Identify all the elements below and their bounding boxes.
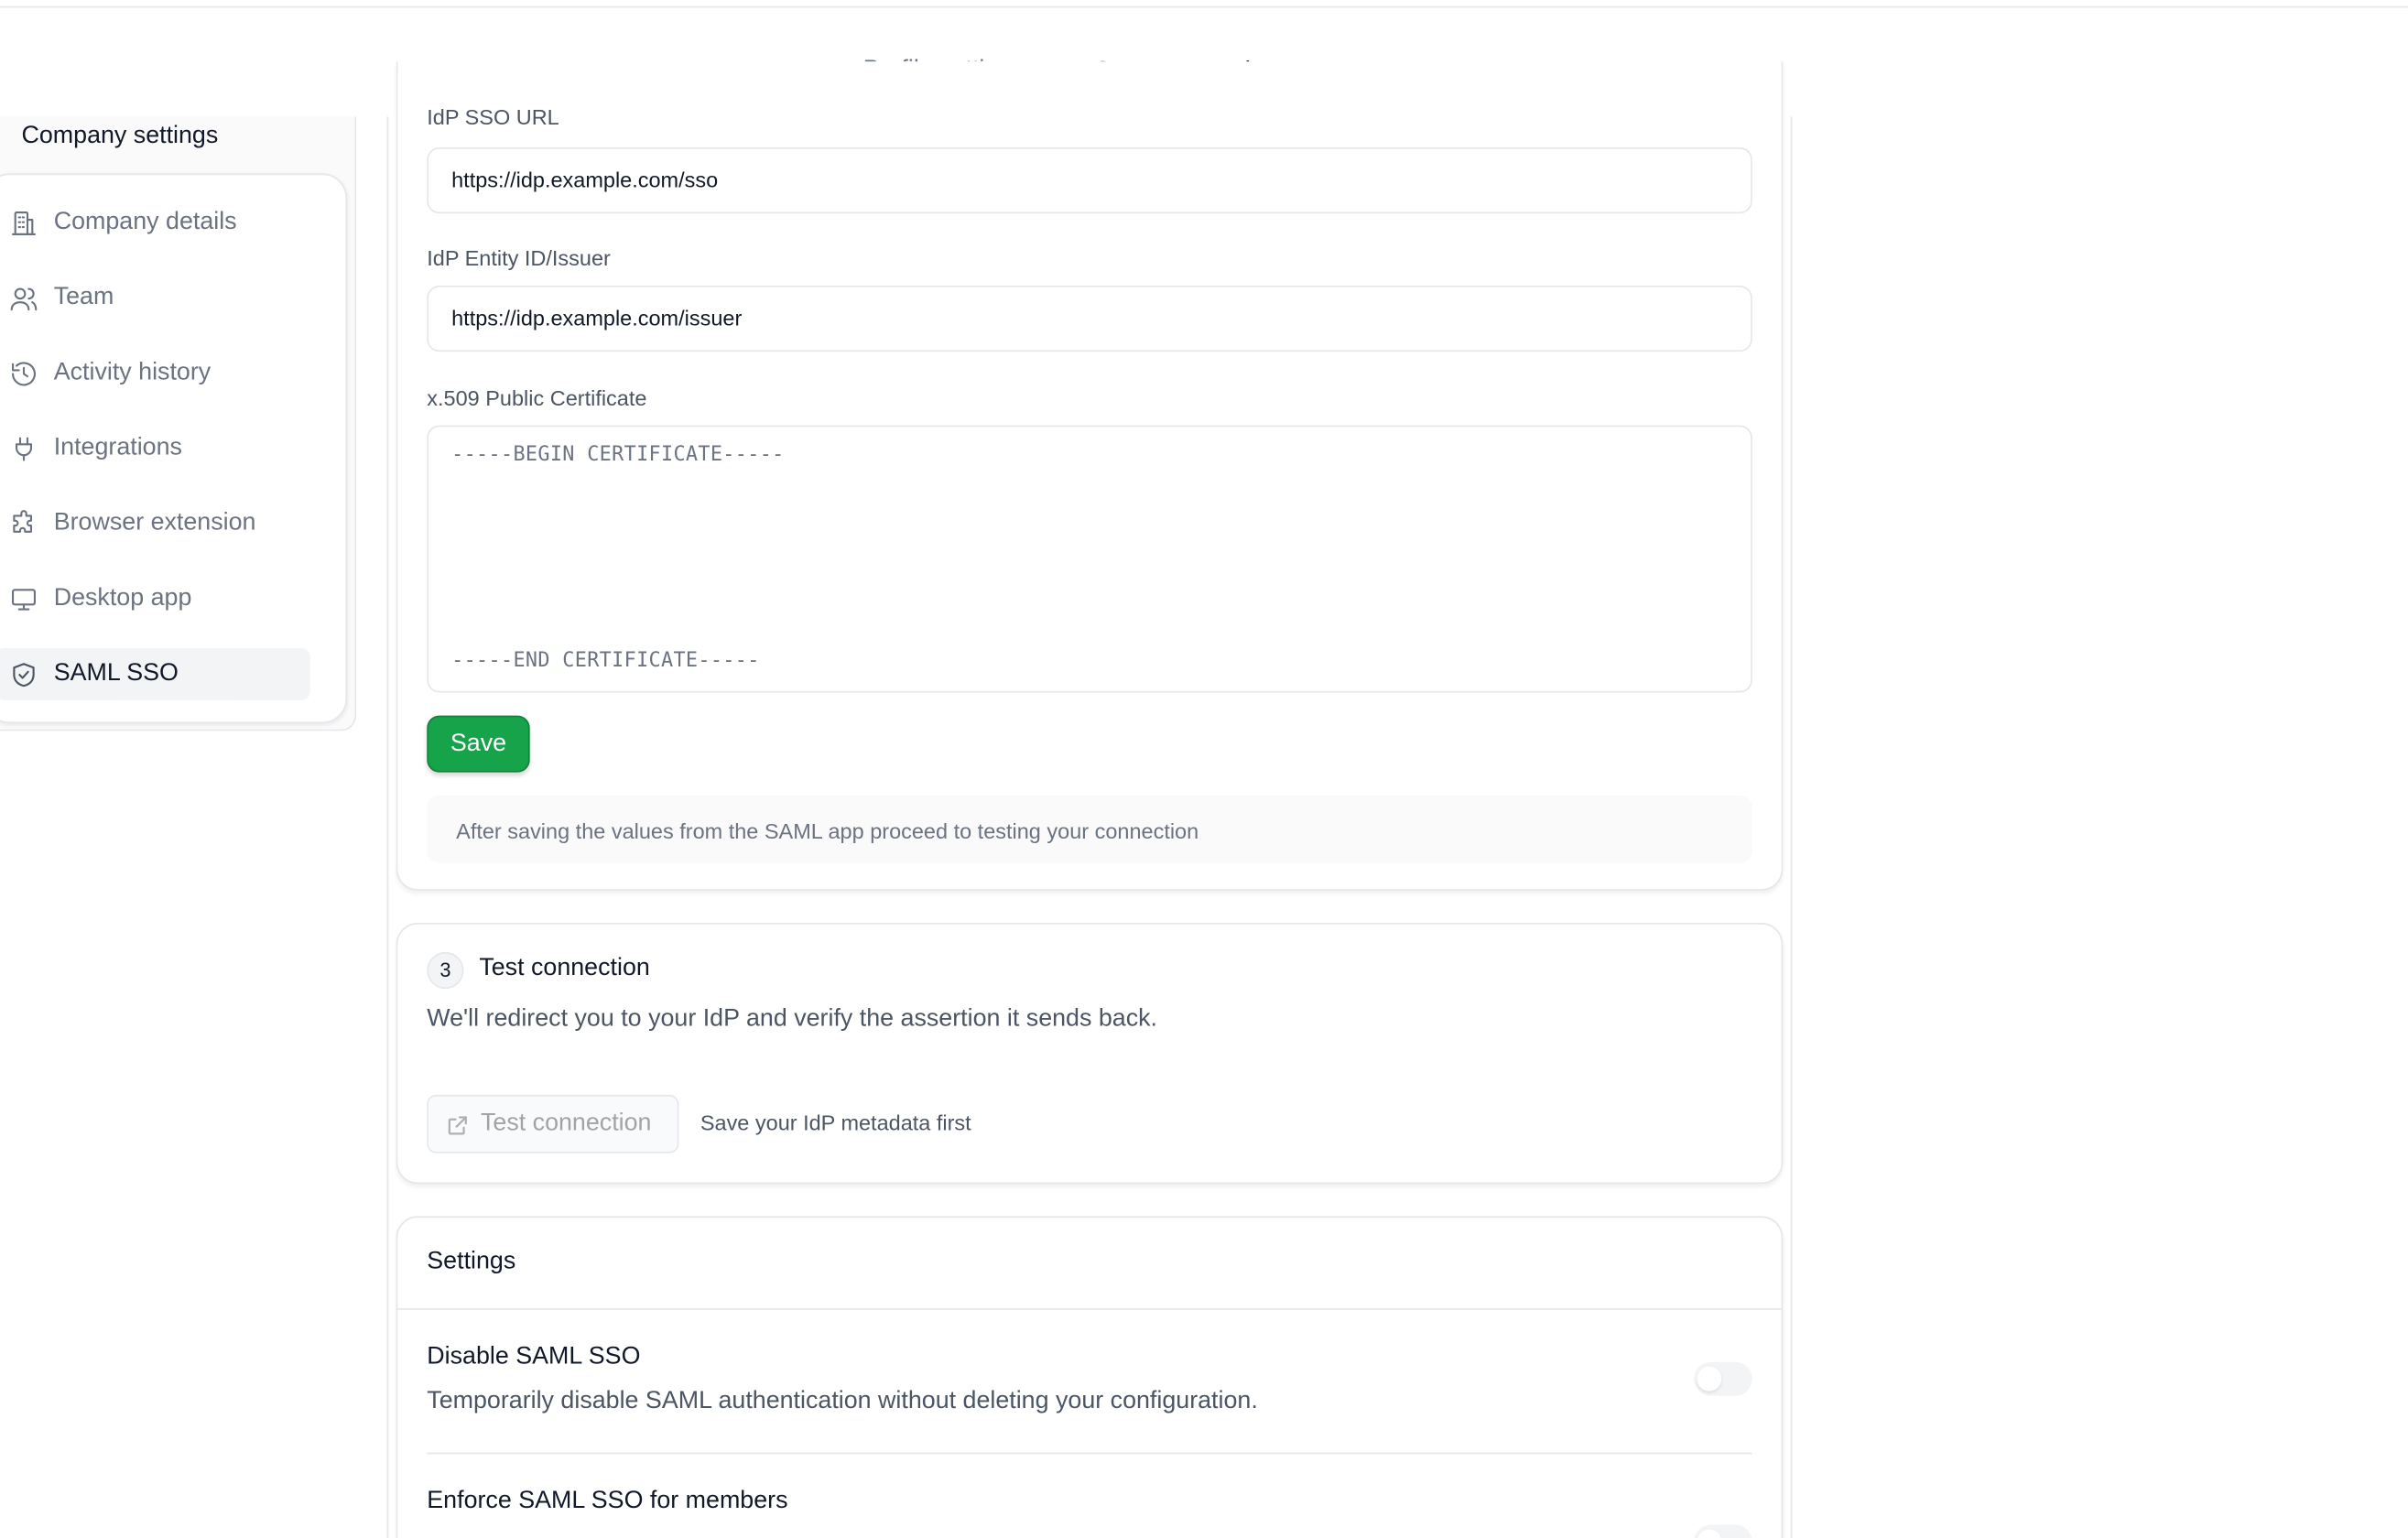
certificate-begin-placeholder: -----BEGIN CERTIFICATE----- [451,443,785,467]
settings-divider [396,1308,1784,1310]
sidebar-item-label: Browser extension [53,509,256,536]
users-icon [10,287,38,311]
sidebar-item-label: Team [53,284,114,310]
certificate-label: x.509 Public Certificate [427,384,647,410]
enforce-saml-toggle[interactable] [1694,1524,1752,1538]
option-divider [427,1452,1752,1455]
content-border-left [386,116,389,1538]
puzzle-icon [13,510,33,533]
test-connection-hint: Save your IdP metadata first [700,1110,971,1135]
sidebar-item-team[interactable]: Team [0,272,310,324]
test-connection-description: We'll redirect you to your IdP and verif… [427,1005,1157,1033]
disable-saml-toggle[interactable] [1694,1361,1752,1396]
sidebar-item-saml-sso[interactable]: SAML SSO [0,647,310,700]
sidebar-item-integrations[interactable]: Integrations [0,422,310,474]
settings-title: Settings [427,1248,516,1275]
toggle-knob [1697,1366,1722,1392]
monitor-icon [11,589,37,611]
enforce-saml-title: Enforce SAML SSO for members [427,1488,788,1514]
step-number-badge: 3 [427,951,464,990]
idp-entity-id-label: IdP Entity ID/Issuer [427,245,611,271]
toggle-knob [1697,1529,1722,1538]
sidebar-item-desktop-app[interactable]: Desktop app [0,573,310,625]
sidebar-title: Company settings [21,123,219,149]
idp-entity-id-input[interactable]: https://idp.example.com/issuer [427,285,1752,352]
sidebar-item-label: Activity history [53,359,212,385]
save-button[interactable]: Save [427,715,530,773]
disable-saml-description: Temporarily disable SAML authentication … [427,1388,1258,1414]
sidebar-item-label: Desktop app [53,585,192,612]
sidebar-item-activity-history[interactable]: Activity history [0,347,310,399]
shield-check-icon [13,663,35,688]
disable-saml-title: Disable SAML SSO [427,1343,641,1370]
content-border-right [1790,116,1793,1538]
certificate-end-placeholder: -----END CERTIFICATE----- [451,649,760,673]
certificate-textarea[interactable]: -----BEGIN CERTIFICATE----- -----END CER… [427,425,1752,693]
sidebar-item-label: Company details [53,209,237,235]
app-root: Profile settings Company settings Compan… [0,0,2408,1538]
top-bar [0,0,2408,8]
idp-sso-url-label: IdP SSO URL [427,104,559,129]
sidebar-item-company-details[interactable]: Company details [0,197,310,249]
test-connection-button[interactable]: Test connection [427,1094,679,1154]
sidebar-item-browser-extension[interactable]: Browser extension [0,497,310,549]
history-icon [11,362,36,386]
sidebar-nav: Company details Team Activity history In… [0,173,348,724]
test-connection-button-label: Test connection [480,1110,652,1137]
test-connection-title: Test connection [479,955,650,981]
sidebar-item-label: SAML SSO [53,660,179,687]
external-link-icon [448,1116,467,1135]
building-icon [11,211,37,236]
plug-icon [15,437,33,461]
save-info-note: After saving the values from the SAML ap… [427,795,1752,863]
sidebar-item-label: Integrations [53,434,182,461]
idp-sso-url-input[interactable]: https://idp.example.com/sso [427,147,1752,214]
